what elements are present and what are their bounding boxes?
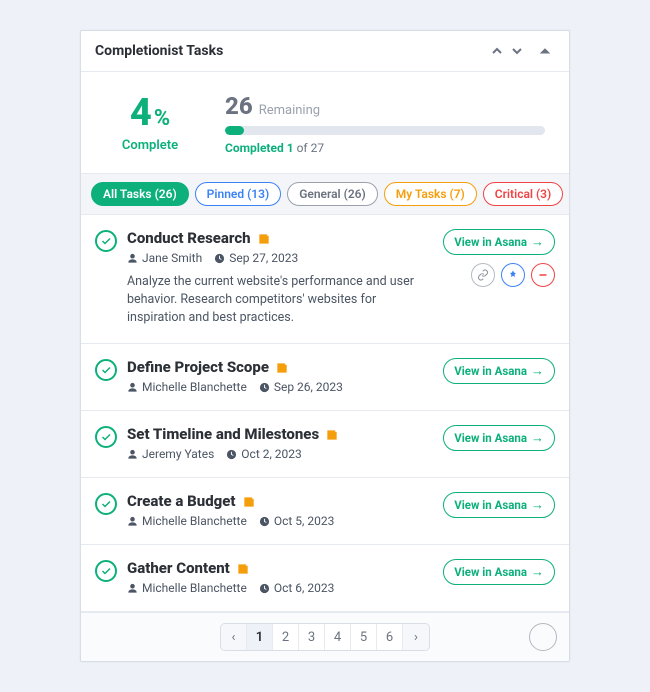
task-date: Oct 2, 2023 — [226, 447, 302, 461]
chevron-up-icon[interactable] — [487, 41, 507, 61]
panel-header: Completionist Tasks — [81, 31, 569, 72]
task-description: Analyze the current website's performanc… — [127, 273, 433, 327]
pin-icon[interactable] — [501, 263, 525, 287]
filter-chip[interactable]: Pinned (13) — [195, 182, 282, 206]
task-assignee: Jeremy Yates — [127, 447, 214, 461]
view-in-asana-button[interactable]: View in Asana→ — [443, 492, 555, 518]
note-icon — [275, 360, 289, 374]
filter-chip[interactable]: Critical (3) — [483, 182, 563, 206]
task-title: Conduct Research — [127, 229, 251, 247]
panel-footer: ‹123456› — [81, 612, 569, 661]
page-prev[interactable]: ‹ — [221, 624, 247, 650]
complete-label: Complete — [105, 138, 195, 153]
task-title: Set Timeline and Milestones — [127, 425, 319, 443]
arrow-right-icon: → — [531, 430, 544, 446]
note-icon — [257, 231, 271, 245]
progress-text: Completed 1 of 27 — [225, 141, 545, 155]
task-date: Sep 27, 2023 — [214, 251, 298, 265]
task-row: Set Timeline and Milestones Jeremy Yates O… — [81, 411, 569, 478]
task-assignee: Michelle Blanchette — [127, 380, 247, 394]
note-icon — [242, 494, 256, 508]
link-icon[interactable] — [529, 623, 557, 651]
arrow-right-icon: → — [531, 564, 544, 580]
completionist-panel: Completionist Tasks 4% Complete 26 Remai… — [80, 30, 570, 662]
view-in-asana-button[interactable]: View in Asana→ — [443, 229, 555, 255]
page-next[interactable]: › — [403, 624, 429, 650]
view-in-asana-button[interactable]: View in Asana→ — [443, 425, 555, 451]
percent-value: 4 — [130, 94, 152, 132]
chevron-down-icon[interactable] — [507, 41, 527, 61]
remove-icon[interactable] — [531, 263, 555, 287]
filter-chip[interactable]: My Tasks (7) — [384, 182, 477, 206]
task-assignee: Michelle Blanchette — [127, 581, 247, 595]
task-row: Define Project Scope Michelle Blanchette S… — [81, 344, 569, 411]
link-icon[interactable] — [471, 263, 495, 287]
page-number[interactable]: 2 — [273, 624, 299, 650]
task-action-icons — [471, 263, 555, 287]
page-number[interactable]: 3 — [299, 624, 325, 650]
filter-chip[interactable]: All Tasks (26) — [91, 182, 189, 206]
remaining-block: 26 Remaining Completed 1 of 27 — [225, 92, 545, 155]
task-title: Gather Content — [127, 559, 230, 577]
percent-sign: % — [154, 106, 170, 131]
page-number[interactable]: 6 — [377, 624, 403, 650]
progress-fill — [225, 126, 244, 135]
remaining-count: 26 — [225, 92, 253, 120]
remaining-label: Remaining — [259, 103, 320, 118]
view-in-asana-button[interactable]: View in Asana→ — [443, 559, 555, 585]
task-row: Create a Budget Michelle Blanchette Oct 5,… — [81, 478, 569, 545]
collapse-icon[interactable] — [535, 41, 555, 61]
arrow-right-icon: → — [531, 497, 544, 513]
arrow-right-icon: → — [531, 363, 544, 379]
summary-section: 4% Complete 26 Remaining Completed 1 of … — [81, 72, 569, 173]
task-date: Sep 26, 2023 — [259, 380, 343, 394]
task-checkbox[interactable] — [95, 426, 117, 448]
progress-bar — [225, 126, 545, 135]
task-title: Define Project Scope — [127, 358, 269, 376]
task-checkbox[interactable] — [95, 359, 117, 381]
panel-title: Completionist Tasks — [95, 43, 487, 59]
task-date: Oct 5, 2023 — [259, 514, 335, 528]
filter-chip[interactable]: General (26) — [287, 182, 378, 206]
arrow-right-icon: → — [531, 234, 544, 250]
task-title: Create a Budget — [127, 492, 236, 510]
task-date: Oct 6, 2023 — [259, 581, 335, 595]
note-icon — [236, 561, 250, 575]
pagination: ‹123456› — [220, 623, 430, 651]
note-icon — [325, 427, 339, 441]
page-number[interactable]: 4 — [325, 624, 351, 650]
task-checkbox[interactable] — [95, 230, 117, 252]
filter-bar: All Tasks (26)Pinned (13)General (26)My … — [81, 173, 569, 215]
view-in-asana-button[interactable]: View in Asana→ — [443, 358, 555, 384]
page-number[interactable]: 5 — [351, 624, 377, 650]
task-assignee: Michelle Blanchette — [127, 514, 247, 528]
task-checkbox[interactable] — [95, 493, 117, 515]
task-list: Conduct Research Jane Smith Sep 27, 2023 An… — [81, 215, 569, 612]
task-row: Conduct Research Jane Smith Sep 27, 2023 An… — [81, 215, 569, 344]
task-assignee: Jane Smith — [127, 251, 202, 265]
task-checkbox[interactable] — [95, 560, 117, 582]
task-row: Gather Content Michelle Blanchette Oct 6, … — [81, 545, 569, 612]
page-number[interactable]: 1 — [247, 624, 273, 650]
percent-complete: 4% Complete — [105, 94, 195, 153]
